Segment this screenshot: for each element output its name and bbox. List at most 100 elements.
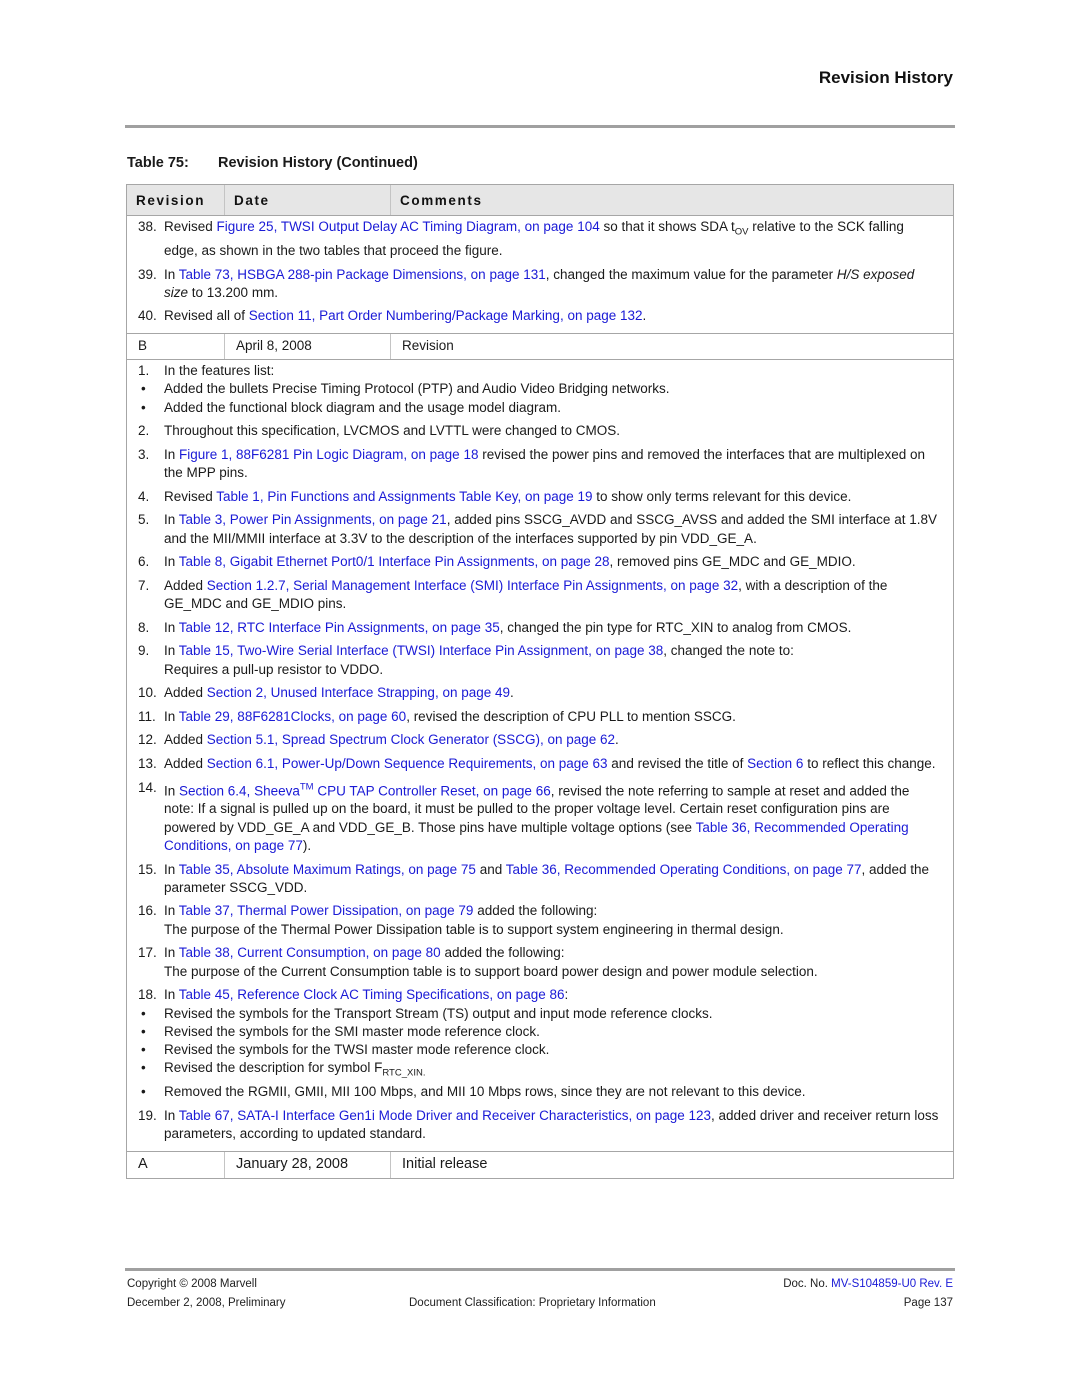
table-header-row: Revision Date Comments — [127, 185, 953, 216]
text-run: Revised the symbols for the SMI master m… — [164, 1023, 540, 1039]
text-run: In — [164, 945, 179, 961]
cross-reference-link[interactable]: Figure 1, 88F6281 Pin Logic Diagram, on … — [179, 447, 478, 462]
cross-reference-link[interactable]: Table 37, Thermal Power Dissipation, on … — [179, 903, 474, 918]
cross-reference-link[interactable]: Section 5.1, Spread Spectrum Clock Gener… — [207, 732, 615, 747]
table-caption: Table 75: Revision History (Continued) — [127, 155, 418, 171]
text-run: . — [615, 732, 619, 748]
text-run: In — [164, 643, 179, 659]
item-number: 3. — [138, 446, 150, 462]
bullet-item: • Revised the symbols for the SMI master … — [127, 1023, 953, 1041]
item-number: 39. — [138, 266, 157, 282]
text-run: : — [564, 987, 569, 1003]
cross-reference-link[interactable]: Table 67, SATA-I Interface Gen1i Mode Dr… — [179, 1108, 711, 1123]
bullet-item: • Removed the RGMII, GMII, MII 100 Mbps, … — [127, 1083, 953, 1101]
revision-comment-item: 7. Added Section 1.2.7, Serial Management… — [127, 577, 953, 614]
bullet-item: • Revised the symbols for the Transport S… — [127, 1005, 953, 1023]
date-cell: January 28, 2008 — [225, 1151, 391, 1178]
text-run: The purpose of the Current Consumption t… — [164, 963, 818, 979]
text-run: Requires a pull-up resistor to VDDO. — [164, 661, 384, 677]
text-run: RTC_XIN. — [382, 1068, 426, 1080]
item-number: 7. — [138, 577, 150, 593]
cross-reference-link[interactable]: Table 73, HSBGA 288-pin Package Dimensio… — [179, 267, 546, 282]
header-divider — [125, 125, 955, 128]
text-run: so that it shows SDA t — [599, 219, 735, 234]
text-run: , changed the maximum value for the para… — [545, 266, 837, 282]
revision-comment-item: 17. In Table 38, Current Consumption, on … — [127, 944, 953, 981]
continued-comments-block: 38. Revised Figure 25, TWSI Output Delay … — [127, 216, 953, 335]
cross-reference-link[interactable]: Table 1, Pin Functions and Assignments T… — [216, 489, 592, 504]
item-number: 40. — [138, 308, 157, 324]
column-header-revision: Revision — [127, 185, 225, 215]
text-run: In — [164, 446, 180, 462]
bullet-icon: • — [141, 1042, 146, 1058]
cross-reference-link[interactable]: Table 29, 88F6281Clocks, on page 60 — [179, 709, 406, 724]
revision-comment-item: 19. In Table 67, SATA-I Interface Gen1i M… — [127, 1107, 953, 1144]
doc-number-link[interactable]: MV-S104859-U0 Rev. E — [831, 1278, 953, 1290]
item-number: 2. — [138, 423, 150, 439]
cross-reference-link[interactable]: Table 36, Recommended Operating Conditio… — [506, 862, 862, 877]
text-run: Added — [164, 685, 207, 701]
text-run: , revised the description of CPU PLL to … — [406, 708, 736, 724]
revision-cell: B — [127, 334, 225, 360]
item-number: 8. — [138, 619, 150, 635]
bullet-icon: • — [141, 381, 146, 397]
table-caption-title: Revision History (Continued) — [218, 155, 418, 171]
table-row-revision-b: B April 8, 2008 Revision — [127, 334, 953, 361]
footer-doc-number: Doc. No. MV-S104859-U0 Rev. E — [783, 1278, 953, 1290]
cross-reference-link[interactable]: TM — [300, 782, 314, 798]
cross-reference-link[interactable]: Section 6 — [747, 756, 803, 771]
table-row-revision-a: A January 28, 2008 Initial release — [127, 1151, 953, 1178]
revision-cell: A — [127, 1151, 225, 1178]
cross-reference-link[interactable]: Table 45, Reference Clock AC Timing Spec… — [179, 987, 565, 1002]
cross-reference-link[interactable]: CPU TAP Controller Reset, on page 66 — [314, 783, 550, 798]
item-number: 10. — [138, 685, 157, 701]
text-run: . — [642, 308, 647, 324]
cross-reference-link[interactable]: Table 8, Gigabit Ethernet Port0/1 Interf… — [179, 554, 610, 569]
cross-reference-link[interactable]: Section 1.2.7, Serial Management Interfa… — [207, 578, 738, 593]
bullet-icon: • — [141, 1005, 146, 1021]
text-run: Revised — [164, 219, 217, 234]
revision-comment-item: 9. In Table 15, Two-Wire Serial Interface… — [127, 642, 953, 679]
footer-classification: Document Classification: Proprietary Inf… — [409, 1297, 656, 1309]
item-number: 5. — [138, 512, 150, 528]
revision-comment-item: 8. In Table 12, RTC Interface Pin Assignm… — [127, 619, 953, 637]
cross-reference-link[interactable]: Section 2, Unused Interface Strapping, o… — [207, 685, 510, 700]
revision-comment-item: 10. Added Section 2, Unused Interface Str… — [127, 684, 953, 702]
item-number: 11. — [138, 708, 156, 724]
revision-comment-item: 3. In Figure 1, 88F6281 Pin Logic Diagram… — [127, 446, 953, 483]
cross-reference-link[interactable]: Table 35, Absolute Maximum Ratings, on p… — [179, 862, 476, 877]
text-run: In — [164, 266, 179, 282]
text-run: In — [164, 554, 179, 570]
revision-comment-item: 14. In Section 6.4, SheevaTM CPU TAP Cont… — [127, 779, 953, 856]
bullet-item: • Revised the symbols for the TWSI master… — [127, 1041, 953, 1059]
cross-reference-link[interactable]: Table 3, Power Pin Assignments, on page … — [179, 512, 447, 527]
footer-date-status: December 2, 2008, Preliminary — [127, 1297, 286, 1309]
cross-reference-link[interactable]: Section 6.4, Sheeva — [179, 783, 300, 798]
item-number: 9. — [138, 643, 150, 659]
text-run: In — [164, 708, 179, 724]
revision-comment-item: 4. Revised Table 1, Pin Functions and Ass… — [127, 488, 953, 506]
item-number: 4. — [138, 488, 150, 504]
text-run: In — [164, 619, 179, 635]
cross-reference-link[interactable]: Table 12, RTC Interface Pin Assignments,… — [179, 620, 500, 635]
bullet-icon: • — [141, 1060, 146, 1076]
footer-divider — [125, 1268, 955, 1271]
cross-reference-link[interactable]: Section 11, Part Order Numbering/Package… — [249, 308, 643, 323]
text-run: added the following: — [440, 945, 565, 961]
item-number: 12. — [138, 732, 157, 748]
revision-comment-item: 40. Revised all of Section 11, Part Order… — [127, 307, 953, 325]
bullet-item: • Revised the description for symbol FRTC… — [127, 1059, 953, 1083]
revision-comment-item: 16. In Table 37, Thermal Power Dissipatio… — [127, 902, 953, 939]
cross-reference-link[interactable]: Figure 25, TWSI Output Delay AC Timing D… — [217, 219, 600, 234]
cross-reference-link[interactable]: Table 38, Current Consumption, on page 8… — [179, 945, 441, 960]
date-cell: April 8, 2008 — [225, 334, 391, 360]
text-run: , changed the pin type for RTC_XIN to an… — [499, 619, 852, 635]
item-number: 17. — [138, 945, 157, 961]
text-run: In — [164, 1107, 179, 1123]
text-run: The purpose of the Thermal Power Dissipa… — [164, 921, 784, 937]
cross-reference-link[interactable]: Section 6.1, Power-Up/Down Sequence Requ… — [207, 756, 608, 771]
revision-comment-item: 5. In Table 3, Power Pin Assignments, on … — [127, 511, 953, 548]
text-run: Added — [164, 755, 207, 771]
cross-reference-link[interactable]: Table 15, Two-Wire Serial Interface (TWS… — [179, 643, 663, 658]
table-caption-number: Table 75: — [127, 155, 189, 171]
